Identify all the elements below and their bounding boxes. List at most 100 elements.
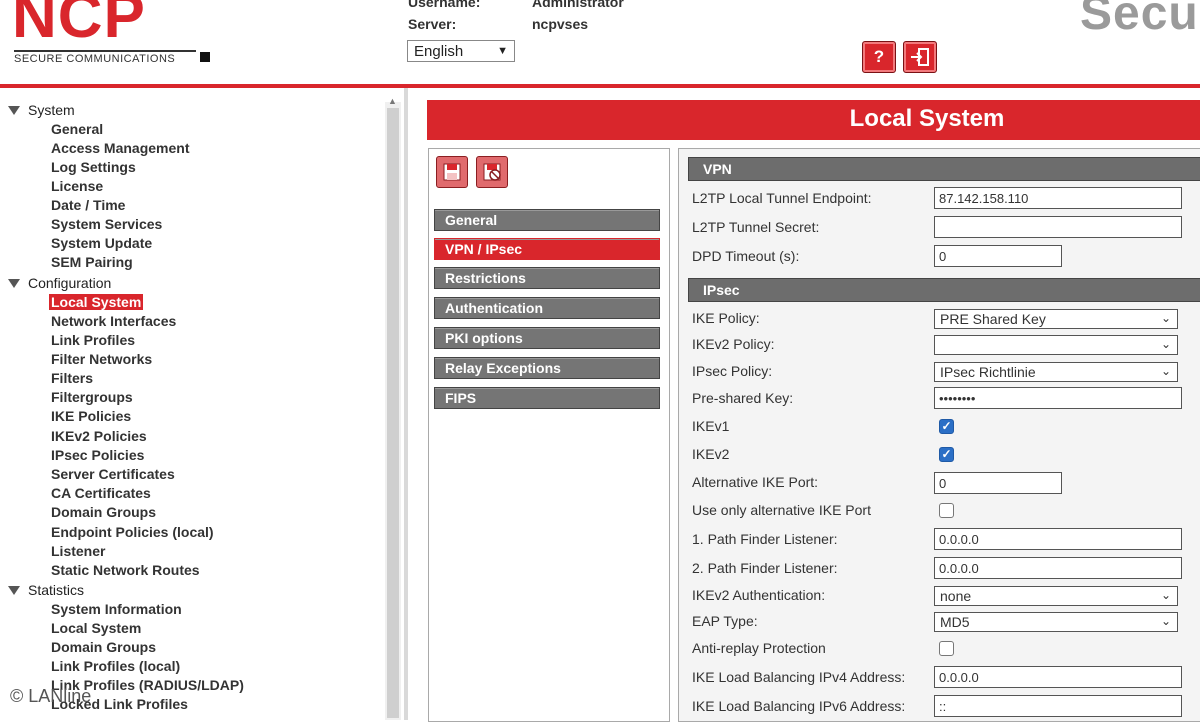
save-button[interactable] — [436, 156, 468, 188]
expand-triangle-icon — [8, 585, 20, 595]
anti-replay-label: Anti-replay Protection — [692, 640, 826, 656]
tree-item[interactable]: Date / Time — [51, 197, 125, 213]
dpd-timeout-field[interactable]: 0 — [934, 245, 1062, 267]
path-finder-2-field[interactable]: 0.0.0.0 — [934, 557, 1182, 579]
tab-fips[interactable]: FIPS — [434, 387, 660, 409]
tree-item[interactable]: System Information — [51, 601, 182, 617]
server-value: ncpvses — [532, 16, 589, 32]
brand-text: Secu — [1080, 0, 1199, 40]
l2tp-endpoint-field[interactable]: 87.142.158.110 — [934, 187, 1182, 209]
tree-item[interactable]: IKE Policies — [51, 408, 131, 424]
tab-pki-options[interactable]: PKI options — [434, 327, 660, 349]
tab-vpn-ipsec[interactable]: VPN / IPsec — [434, 238, 660, 260]
tab-relay-exceptions[interactable]: Relay Exceptions — [434, 357, 660, 379]
tab-restrictions[interactable]: Restrictions — [434, 267, 660, 289]
watermark: © LANline — [10, 686, 92, 706]
lb-ipv4-field[interactable]: 0.0.0.0 — [934, 666, 1182, 688]
language-select[interactable]: English ▼ — [407, 40, 515, 62]
ikev2-checkbox[interactable]: ✓ — [939, 447, 954, 462]
tree-item[interactable]: Filtergroups — [51, 389, 133, 405]
l2tp-secret-field[interactable] — [934, 216, 1182, 238]
page-title: Local System — [849, 105, 1005, 132]
dpd-timeout-label: DPD Timeout (s): — [692, 248, 800, 264]
l2tp-endpoint-label: L2TP Local Tunnel Endpoint: — [692, 190, 872, 206]
tree-item[interactable]: Server Certificates — [51, 466, 175, 482]
ikev2-policy-select[interactable]: ⌄ — [934, 335, 1178, 355]
expand-triangle-icon — [8, 278, 20, 288]
tree-item[interactable]: Log Settings — [51, 159, 136, 175]
ipsec-policy-select[interactable]: IPsec Richtlinie ⌄ — [934, 362, 1178, 382]
tree-item[interactable]: System Update — [51, 235, 152, 251]
chevron-down-icon: ⌄ — [1160, 588, 1171, 602]
ikev2-auth-select[interactable]: none ⌄ — [934, 586, 1178, 606]
help-button[interactable]: ? — [862, 41, 896, 73]
ike-policy-label: IKE Policy: — [692, 310, 760, 326]
l2tp-secret-label: L2TP Tunnel Secret: — [692, 219, 820, 235]
psk-label: Pre-shared Key: — [692, 390, 794, 406]
chevron-down-icon: ⌄ — [1160, 364, 1171, 378]
tree-group-system[interactable]: System — [8, 102, 75, 118]
tree-item[interactable]: Endpoint Policies (local) — [51, 524, 214, 540]
lb-ipv4-label: IKE Load Balancing IPv4 Address: — [692, 669, 906, 685]
psk-field[interactable]: •••••••• — [934, 387, 1182, 409]
tree-item[interactable]: General — [51, 121, 103, 137]
eap-type-value: MD5 — [940, 614, 970, 630]
chevron-down-icon: ▼ — [497, 45, 508, 57]
tree-item[interactable]: IKEv2 Policies — [51, 428, 147, 444]
tree-item[interactable]: IPsec Policies — [51, 447, 144, 463]
ike-policy-select[interactable]: PRE Shared Key ⌄ — [934, 309, 1178, 329]
path-finder-1-field[interactable]: 0.0.0.0 — [934, 528, 1182, 550]
ncp-logo: NCP — [12, 0, 146, 51]
chevron-down-icon: ⌄ — [1160, 311, 1171, 325]
page-title-bar: Local System — [427, 100, 1200, 140]
tree-item[interactable]: Static Network Routes — [51, 562, 200, 578]
tree-item[interactable]: CA Certificates — [51, 485, 151, 501]
tab-authentication[interactable]: Authentication — [434, 297, 660, 319]
section-vpn: VPN — [688, 157, 1200, 181]
pane-splitter[interactable] — [404, 88, 408, 720]
scroll-up-icon[interactable]: ▲ — [388, 96, 397, 106]
tree-item[interactable]: Domain Groups — [51, 639, 156, 655]
tree-item[interactable]: Filter Networks — [51, 351, 152, 367]
expand-triangle-icon — [8, 105, 20, 115]
tree-item[interactable]: Link Profiles (local) — [51, 658, 180, 674]
tree-item[interactable]: System Services — [51, 216, 162, 232]
language-value: English — [414, 42, 464, 60]
path-finder-2-label: 2. Path Finder Listener: — [692, 560, 838, 576]
save-icon — [443, 163, 461, 181]
tree-item[interactable]: Local System — [51, 620, 141, 636]
tree-item[interactable]: SEM Pairing — [51, 254, 133, 270]
logout-button[interactable] — [903, 41, 937, 73]
lb-ipv6-field[interactable]: :: — [934, 695, 1182, 717]
ikev1-checkbox[interactable]: ✓ — [939, 419, 954, 434]
username-label: Username: — [408, 0, 481, 10]
chevron-down-icon: ⌄ — [1160, 337, 1171, 351]
tree-item[interactable]: Domain Groups — [51, 504, 156, 520]
tree-item[interactable]: Listener — [51, 543, 105, 559]
tree-item-active[interactable]: Local System — [49, 294, 144, 310]
tree-group-label: System — [28, 102, 75, 118]
eap-type-select[interactable]: MD5 ⌄ — [934, 612, 1178, 632]
use-alt-port-checkbox[interactable] — [939, 503, 954, 518]
app-header: NCP SECURE COMMUNICATIONS Username: Admi… — [0, 0, 1200, 84]
tab-general[interactable]: General — [434, 209, 660, 231]
tree-group-configuration[interactable]: Configuration — [8, 275, 111, 291]
logo-square — [200, 52, 210, 62]
use-alt-port-label: Use only alternative IKE Port — [692, 502, 871, 518]
tree-item[interactable]: Link Profiles — [51, 332, 135, 348]
tree-item[interactable]: Filters — [51, 370, 93, 386]
tree-item[interactable]: License — [51, 178, 103, 194]
ikev2-policy-label: IKEv2 Policy: — [692, 336, 775, 352]
discard-button[interactable] — [476, 156, 508, 188]
anti-replay-checkbox[interactable] — [939, 641, 954, 656]
ikev1-label: IKEv1 — [692, 418, 730, 434]
lb-ipv6-label: IKE Load Balancing IPv6 Address: — [692, 698, 906, 714]
alt-ike-port-field[interactable]: 0 — [934, 472, 1062, 494]
ikev2-auth-value: none — [940, 588, 972, 604]
tree-item[interactable]: Access Management — [51, 140, 190, 156]
tree-group-statistics[interactable]: Statistics — [8, 582, 84, 598]
tree-item[interactable]: Network Interfaces — [51, 313, 176, 329]
tree-group-label: Statistics — [28, 582, 85, 598]
sidebar-scroll-thumb[interactable] — [387, 108, 399, 718]
ikev2-label: IKEv2 — [692, 446, 730, 462]
